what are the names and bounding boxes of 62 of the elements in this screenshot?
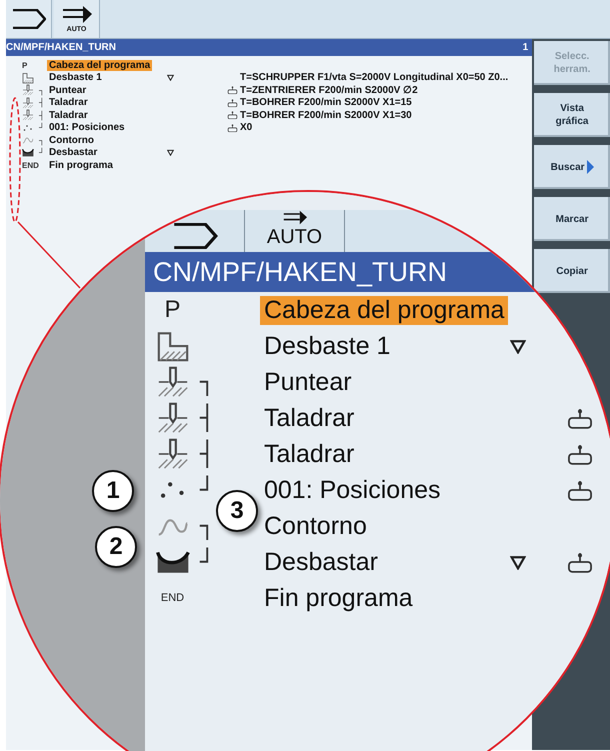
block-marker: P <box>164 296 180 324</box>
program-block[interactable]: Cabeza del programa <box>47 60 152 71</box>
branch-mark: ┐ <box>200 512 215 540</box>
leader-line <box>17 221 81 289</box>
branch-mark: ┤ <box>39 110 46 120</box>
branch-mark: ┤ <box>200 440 215 468</box>
program-block[interactable]: Desbastar <box>260 548 382 576</box>
branch-mark: ┐ <box>200 368 215 396</box>
block-parameters: T=BOHRER F200/min S2000V X1=30 <box>240 110 413 121</box>
drill-icon <box>22 96 34 109</box>
program-block[interactable]: 001: Posiciones <box>47 122 127 134</box>
drill-icon <box>22 84 34 96</box>
program-block[interactable]: Desbaste 1 <box>260 332 394 360</box>
program-block[interactable]: Taladrar <box>260 440 358 468</box>
block-parameters: T=ZENTRIERER F200/min S2000V ∅2 <box>240 84 419 96</box>
branch-mark: ┘ <box>39 148 46 158</box>
program-block[interactable]: Puntear <box>47 84 88 96</box>
drill-icon <box>22 109 34 122</box>
program-block[interactable]: Cabeza del programa <box>260 296 508 324</box>
expand-triangle-icon[interactable] <box>510 554 526 570</box>
branch-mark: ┘ <box>39 123 46 132</box>
branch-mark: ┘ <box>200 548 215 576</box>
curved-stock-icon <box>156 549 190 575</box>
program-block[interactable]: Desbaste 1 <box>47 72 104 84</box>
block-parameters: X0 <box>240 122 254 134</box>
block-marker: END <box>22 160 39 170</box>
curved-stock-icon <box>22 148 34 158</box>
mode-button[interactable] <box>6 0 52 38</box>
drill-icon <box>156 437 190 471</box>
program-block[interactable]: 001: Posiciones <box>260 476 445 504</box>
block-marker: END <box>160 592 184 604</box>
expand-triangle-icon[interactable] <box>167 74 174 82</box>
program-block[interactable]: Contorno <box>260 512 371 540</box>
block-marker: P <box>22 60 28 70</box>
program-block[interactable]: Taladrar <box>260 404 358 432</box>
channel-number: 1 <box>522 42 528 53</box>
block-parameters: T=SCHRUPPER F1/vta S=2000V Longitudinal X0=50 Z0... <box>240 72 510 84</box>
program-block[interactable]: Fin programa <box>260 584 417 612</box>
drill-icon <box>156 401 190 435</box>
branch-mark: ┐ <box>39 86 46 95</box>
program-block[interactable]: Fin programa <box>47 160 115 171</box>
expand-triangle-icon[interactable] <box>167 149 174 156</box>
program-block[interactable]: Contorno <box>47 134 96 146</box>
drill-icon <box>156 365 190 399</box>
block-parameters: T=BOHRER F200/min S2000V X1=15 <box>240 97 413 108</box>
branch-mark: ┘ <box>200 476 215 504</box>
branch-mark: ┤ <box>39 98 46 108</box>
branch-mark: ┐ <box>39 136 46 145</box>
program-path: CN/MPF/HAKEN_TURN <box>153 256 448 288</box>
expand-triangle-icon[interactable] <box>510 338 526 354</box>
softkey[interactable]: Vista gráfica <box>534 93 610 137</box>
program-block[interactable]: Desbastar <box>47 147 100 158</box>
program-block[interactable]: Taladrar <box>47 97 90 108</box>
softkey[interactable]: Marcar <box>534 197 610 241</box>
program-block[interactable]: Puntear <box>260 368 356 396</box>
program-path: CN/MPF/HAKEN_TURN <box>6 42 116 53</box>
stepped-profile-icon <box>156 329 190 363</box>
program-block[interactable]: Taladrar <box>47 110 90 121</box>
softkey[interactable]: Buscar <box>534 145 610 189</box>
softkey[interactable]: Copiar <box>534 249 610 293</box>
stepped-profile-icon <box>22 72 34 84</box>
branch-mark: ┤ <box>200 404 215 432</box>
